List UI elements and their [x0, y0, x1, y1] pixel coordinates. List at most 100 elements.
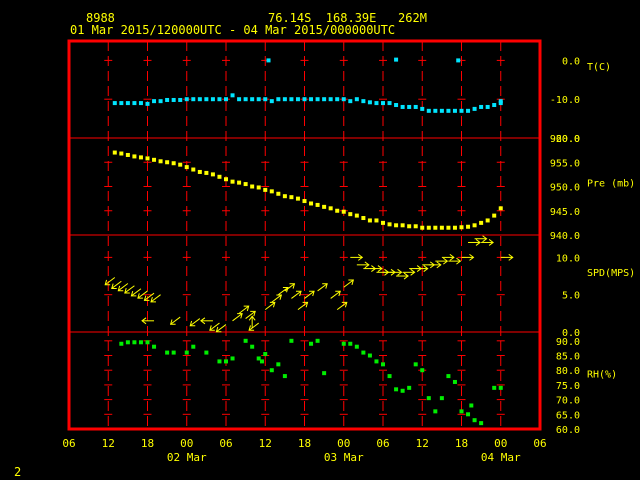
data-point [191, 97, 196, 102]
data-point [452, 379, 457, 384]
data-point [439, 396, 444, 401]
data-point [394, 387, 399, 392]
data-point [420, 225, 425, 230]
wind-barb [189, 318, 201, 327]
data-point [456, 58, 461, 63]
data-point [158, 99, 163, 104]
data-point [472, 418, 477, 423]
data-point [322, 97, 327, 102]
data-point [348, 341, 353, 346]
data-point [204, 170, 209, 175]
panel-label: SPD(MPS) [587, 268, 635, 279]
data-point [381, 362, 385, 367]
data-point [204, 350, 209, 355]
data-point [341, 341, 346, 346]
data-point [302, 97, 307, 102]
data-point [361, 216, 366, 221]
data-point [295, 97, 300, 102]
wind-barb [500, 253, 514, 261]
data-point [485, 104, 490, 109]
x-tick-label: 06 [533, 437, 546, 450]
data-point [295, 196, 300, 201]
wind-barb [415, 265, 429, 272]
data-point [426, 396, 431, 401]
data-point [256, 97, 261, 102]
panel-3: 10.05.00.0SPD(MPS) [104, 235, 635, 339]
data-point [237, 180, 242, 185]
data-point [266, 58, 271, 63]
data-point [367, 100, 372, 105]
x-tick-label: 00 [180, 437, 193, 450]
data-point [361, 350, 366, 355]
data-point [138, 101, 143, 106]
x-tick-label: 12 [416, 437, 429, 450]
wind-barb [278, 286, 289, 296]
wind-barb [297, 301, 309, 311]
y-tick-label: 950.0 [550, 183, 580, 194]
wind-barb [200, 317, 213, 325]
data-point [224, 359, 228, 364]
wind-barb [448, 257, 462, 265]
data-point [446, 374, 451, 379]
data-point [178, 97, 183, 102]
wind-barb [317, 283, 328, 292]
data-point [263, 352, 268, 357]
data-point [276, 97, 281, 102]
y-tick-label: 0.0 [562, 56, 580, 67]
data-point [459, 108, 464, 113]
wind-barb [264, 301, 276, 311]
data-point [217, 174, 222, 179]
data-point [439, 108, 444, 113]
data-point [394, 223, 399, 228]
data-point [250, 344, 255, 349]
y-tick-label: 10.0 [556, 253, 580, 264]
data-point [400, 223, 405, 228]
wind-barb [435, 257, 449, 265]
data-point [230, 356, 235, 361]
data-point [309, 341, 314, 346]
data-point [367, 353, 372, 358]
data-point [217, 359, 222, 364]
data-point [210, 97, 215, 102]
wind-barb [402, 268, 416, 276]
wind-barb [111, 280, 122, 289]
x-tick-label: 18 [141, 437, 154, 450]
x-tick-label: 06 [219, 437, 232, 450]
data-point [171, 161, 176, 166]
data-point [498, 99, 503, 104]
y-tick-label: 85.0 [556, 352, 580, 363]
y-tick-label: 65.0 [556, 410, 580, 421]
data-point [309, 201, 314, 206]
data-point [165, 160, 170, 165]
data-point [426, 108, 431, 113]
data-point [394, 103, 399, 108]
data-point [230, 93, 235, 98]
data-point [309, 97, 314, 102]
data-point [224, 177, 228, 182]
y-tick-label: -10.0 [550, 95, 580, 106]
panel-label: Pre (mb) [587, 179, 635, 190]
data-point [322, 371, 327, 376]
x-tick-label: 00 [337, 437, 350, 450]
y-tick-label: 90.0 [556, 337, 580, 348]
data-point [263, 187, 268, 192]
panel-label: T(C) [587, 62, 611, 73]
data-point [459, 225, 464, 230]
data-point [472, 223, 477, 228]
data-point [282, 97, 287, 102]
x-tick-label: 00 [494, 437, 507, 450]
data-point [492, 213, 497, 218]
data-point [361, 99, 366, 104]
data-point [243, 182, 248, 187]
wind-barb [461, 253, 475, 261]
data-point [413, 362, 418, 367]
data-point [315, 338, 320, 343]
data-point [145, 156, 150, 161]
data-point [354, 344, 359, 349]
data-point [459, 409, 464, 414]
data-point [217, 97, 222, 102]
wind-barb [130, 288, 142, 297]
y-tick-label: 70.0 [556, 396, 580, 407]
x-day-label: 02 Mar [167, 451, 207, 464]
data-point [237, 97, 242, 102]
